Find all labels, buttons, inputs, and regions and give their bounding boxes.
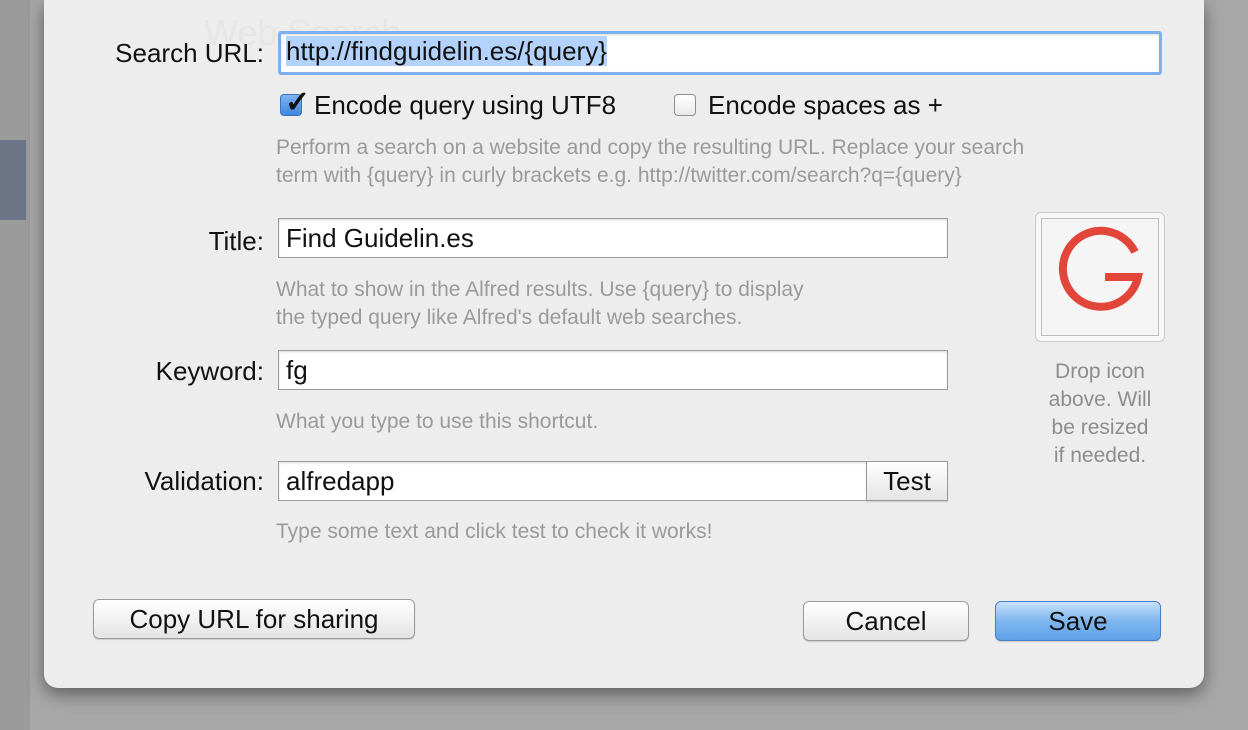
encode-utf8-checkbox[interactable]: ✓ (280, 86, 310, 119)
encode-spaces-checkbox[interactable] (674, 94, 696, 116)
keyword-hint: What you type to use this shortcut. (276, 410, 599, 433)
keyword-label: Keyword: (155, 356, 264, 386)
checkmark-icon: ✓ (285, 86, 311, 119)
icon-caption-line-2: above. Will (1048, 388, 1152, 411)
search-url-value: http://findguidelin.es/{query} (286, 36, 607, 66)
title-hint-line-2: the typed query like Alfred's default we… (276, 306, 743, 329)
search-url-hint-line-2: term with {query} in curly brackets e.g.… (276, 164, 962, 187)
icon-caption-line-4: if needed. (1053, 444, 1147, 467)
save-button[interactable]: Save (995, 601, 1161, 641)
title-hint: What to show in the Alfred results. Use … (276, 276, 976, 332)
icon-caption-line-1: Drop icon (1055, 360, 1145, 383)
encode-spaces-label: Encode spaces as + (708, 90, 943, 120)
validation-hint: Type some text and click test to check i… (276, 520, 713, 543)
search-url-hint-line-1: Perform a search on a website and copy t… (276, 136, 1025, 159)
validation-input[interactable]: alfredapp (278, 461, 868, 501)
icon-caption: Drop icon above. Will be resized if need… (1020, 358, 1180, 470)
icon-drop-well[interactable] (1035, 212, 1165, 342)
cancel-button[interactable]: Cancel (803, 601, 969, 641)
search-url-hint: Perform a search on a website and copy t… (276, 134, 1136, 190)
search-url-label: Search URL: (115, 38, 264, 68)
encode-utf8-label: Encode query using UTF8 (314, 90, 617, 120)
search-url-input[interactable]: http://findguidelin.es/{query} (278, 31, 1162, 75)
keyword-input[interactable]: fg (278, 350, 948, 390)
title-input[interactable]: Find Guidelin.es (278, 218, 948, 258)
copy-url-button[interactable]: Copy URL for sharing (93, 599, 415, 639)
title-label: Title: (208, 226, 264, 256)
title-hint-line-1: What to show in the Alfred results. Use … (276, 278, 804, 301)
test-button[interactable]: Test (866, 461, 948, 501)
background-sidebar-selection (0, 140, 26, 220)
icon-preview (1041, 218, 1159, 336)
icon-caption-line-3: be resized (1051, 416, 1149, 439)
google-g-icon (1058, 226, 1143, 311)
web-search-sheet: Web Search Search URL: http://findguidel… (44, 0, 1204, 688)
validation-label: Validation: (144, 466, 265, 496)
